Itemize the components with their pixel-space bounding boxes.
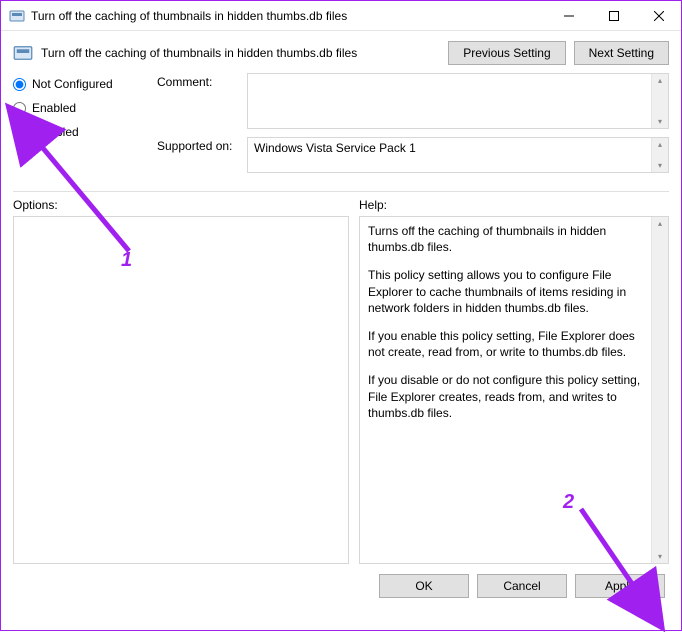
help-paragraph: If you disable or do not configure this … (368, 372, 643, 421)
radio-enabled[interactable]: Enabled (13, 101, 143, 115)
divider (13, 191, 669, 192)
scroll-up-icon[interactable]: ▴ (658, 219, 662, 228)
scroll-down-icon[interactable]: ▾ (658, 552, 662, 561)
scrollbar[interactable]: ▴ ▾ (651, 138, 668, 172)
footer: OK Cancel Apply (1, 564, 681, 610)
lower-labels: Options: Help: (1, 198, 681, 216)
close-button[interactable] (636, 1, 681, 30)
options-panel (13, 216, 349, 564)
scrollbar[interactable]: ▴ ▾ (651, 217, 668, 563)
supported-textarea: Windows Vista Service Pack 1 ▴ ▾ (247, 137, 669, 173)
previous-setting-button[interactable]: Previous Setting (448, 41, 565, 65)
minimize-button[interactable] (546, 1, 591, 30)
policy-icon (13, 43, 33, 63)
scrollbar[interactable]: ▴ ▾ (651, 74, 668, 128)
supported-value: Windows Vista Service Pack 1 (248, 138, 651, 172)
help-paragraph: Turns off the caching of thumbnails in h… (368, 223, 643, 255)
scroll-down-icon[interactable]: ▾ (658, 117, 662, 126)
lower-area: Turns off the caching of thumbnails in h… (1, 216, 681, 564)
radio-label: Enabled (32, 101, 76, 115)
maximize-button[interactable] (591, 1, 636, 30)
radio-label: Disabled (32, 125, 79, 139)
upper-area: Not Configured Enabled Disabled Comment:… (1, 73, 681, 187)
fields-column: Comment: ▴ ▾ Supported on: Windows Vista… (157, 73, 669, 181)
help-label: Help: (359, 198, 387, 212)
supported-label: Supported on: (157, 137, 247, 153)
window-title: Turn off the caching of thumbnails in hi… (31, 9, 546, 23)
scroll-up-icon[interactable]: ▴ (658, 76, 662, 85)
radio-disabled-input[interactable] (13, 126, 26, 139)
titlebar: Turn off the caching of thumbnails in hi… (1, 1, 681, 31)
radio-label: Not Configured (32, 77, 113, 91)
help-panel: Turns off the caching of thumbnails in h… (359, 216, 669, 564)
scroll-down-icon[interactable]: ▾ (658, 161, 662, 170)
radio-disabled[interactable]: Disabled (13, 125, 143, 139)
radio-group: Not Configured Enabled Disabled (13, 73, 143, 181)
comment-textarea[interactable]: ▴ ▾ (247, 73, 669, 129)
cancel-button[interactable]: Cancel (477, 574, 567, 598)
policy-icon (9, 8, 25, 24)
options-value (14, 217, 348, 563)
radio-enabled-input[interactable] (13, 102, 26, 115)
comment-label: Comment: (157, 73, 247, 89)
window-controls (546, 1, 681, 30)
help-paragraph: This policy setting allows you to config… (368, 267, 643, 316)
help-paragraph: If you enable this policy setting, File … (368, 328, 643, 360)
options-label: Options: (13, 198, 349, 212)
radio-not-configured[interactable]: Not Configured (13, 77, 143, 91)
policy-title-label: Turn off the caching of thumbnails in hi… (41, 46, 440, 60)
scroll-up-icon[interactable]: ▴ (658, 140, 662, 149)
header-row: Turn off the caching of thumbnails in hi… (1, 31, 681, 73)
help-text: Turns off the caching of thumbnails in h… (360, 217, 651, 563)
comment-value[interactable] (248, 74, 651, 128)
next-setting-button[interactable]: Next Setting (574, 41, 669, 65)
apply-button[interactable]: Apply (575, 574, 665, 598)
radio-not-configured-input[interactable] (13, 78, 26, 91)
ok-button[interactable]: OK (379, 574, 469, 598)
